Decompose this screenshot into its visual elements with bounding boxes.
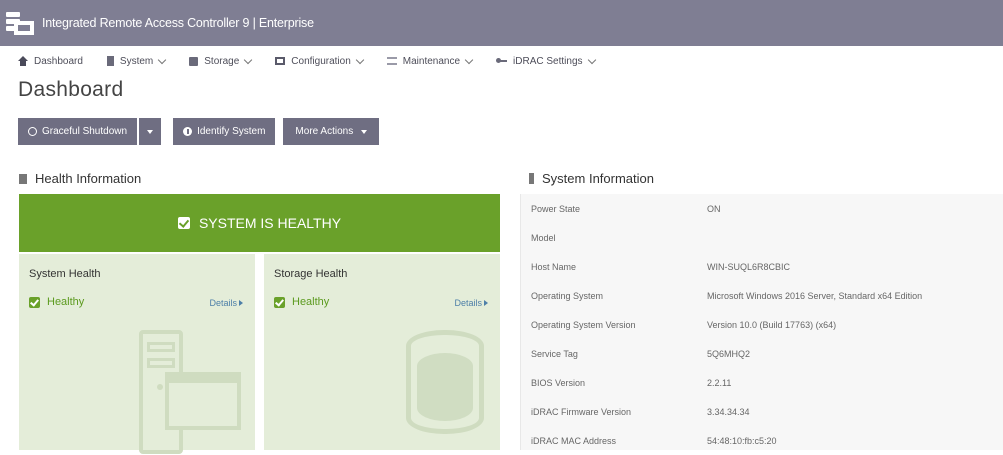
table-row: Service Tag 5Q6MHQ2 <box>521 339 1003 368</box>
nav-item-label: iDRAC Settings <box>513 55 583 67</box>
server-icon <box>529 173 534 184</box>
system-health-details-link[interactable]: Details <box>209 298 243 308</box>
check-icon <box>274 296 285 308</box>
info-value: 3.34.34.34 <box>707 406 750 417</box>
info-key: Host Name <box>531 261 577 272</box>
table-row: iDRAC MAC Address 54:48:10:fb:c5:20 <box>521 426 1003 455</box>
info-icon <box>183 127 193 136</box>
info-key: Operating System <box>531 290 604 301</box>
info-value: 54:48:10:fb:c5:20 <box>707 435 777 446</box>
table-row: Host Name WIN-SUQL6R8CBIC <box>521 252 1003 281</box>
graceful-shutdown-label: Graceful Shutdown <box>42 126 128 137</box>
nav-item-maintenance[interactable]: Maintenance <box>386 55 474 67</box>
info-value: Microsoft Windows 2016 Server, Standard … <box>707 290 923 301</box>
table-row: BIOS Version 2.2.11 <box>521 368 1003 397</box>
card-title: System Health <box>29 268 101 280</box>
info-key: iDRAC MAC Address <box>531 435 617 446</box>
configuration-icon <box>275 57 286 65</box>
power-options-dropdown-button[interactable] <box>139 118 162 145</box>
health-section-header: Health Information <box>19 171 141 186</box>
info-value: Version 10.0 (Build 17763) (x64) <box>707 319 837 330</box>
check-icon <box>29 296 40 308</box>
nav-item-dashboard[interactable]: Dashboard <box>18 56 83 67</box>
action-toolbar: Graceful Shutdown Identify System More A… <box>18 118 380 145</box>
info-key: BIOS Version <box>531 377 586 388</box>
table-row: Operating System Version Version 10.0 (B… <box>521 310 1003 339</box>
info-key: Model <box>531 232 556 243</box>
table-row: Operating System Microsoft Windows 2016 … <box>521 281 1003 310</box>
info-key: Service Tag <box>531 348 578 359</box>
identify-system-button[interactable]: Identify System <box>173 118 276 145</box>
system-info-section-header: System Information <box>529 171 654 186</box>
identify-system-label: Identify System <box>197 126 266 137</box>
info-value: 5Q6MHQ2 <box>707 348 751 359</box>
table-row: Model <box>521 223 1003 252</box>
table-row: Power State ON <box>521 194 1003 223</box>
table-row: iDRAC Firmware Version 3.34.34.34 <box>521 397 1003 426</box>
nav-item-system[interactable]: System <box>106 55 167 67</box>
chevron-down-icon <box>158 55 167 64</box>
top-bar: Integrated Remote Access Controller 9 | … <box>0 0 1003 46</box>
status-text: Healthy <box>292 296 330 308</box>
system-info-table: Power State ON Model Host Name WIN-SUQL6… <box>520 194 1003 450</box>
nav-item-label: System <box>119 55 154 67</box>
info-key: Operating System Version <box>531 319 636 330</box>
status-badge: Healthy <box>29 296 84 308</box>
home-icon <box>18 56 28 66</box>
window-icon <box>165 372 241 430</box>
idrac-logo-icon <box>6 9 34 37</box>
nav-item-label: Configuration <box>291 55 351 67</box>
nav-item-idrac-settings[interactable]: iDRAC Settings <box>496 55 596 67</box>
chevron-down-icon <box>587 55 596 64</box>
nav-item-label: Maintenance <box>402 55 461 67</box>
more-actions-label: More Actions <box>295 126 354 137</box>
storage-health-details-link[interactable]: Details <box>454 298 488 308</box>
chevron-down-icon <box>355 55 365 64</box>
key-icon <box>496 58 508 64</box>
graceful-shutdown-button[interactable]: Graceful Shutdown <box>18 118 138 145</box>
main-nav: Dashboard System Storage Configuration M… <box>0 46 1003 76</box>
system-info-heading: System Information <box>542 171 654 186</box>
app-title: Integrated Remote Access Controller 9 | … <box>42 16 314 30</box>
caret-down-icon <box>361 129 368 134</box>
info-key: iDRAC Firmware Version <box>531 406 632 417</box>
storage-health-card: Storage Health Healthy Details <box>264 254 500 450</box>
nav-item-storage[interactable]: Storage <box>189 55 253 67</box>
page-title: Dashboard <box>18 78 124 101</box>
chevron-down-icon <box>464 55 474 64</box>
health-heading: Health Information <box>35 171 142 186</box>
power-icon <box>28 127 37 136</box>
info-key: Power State <box>531 203 581 214</box>
info-value: ON <box>707 203 721 214</box>
info-value: 2.2.11 <box>707 377 732 388</box>
status-badge: Healthy <box>274 296 329 308</box>
storage-icon <box>189 56 199 66</box>
server-icon <box>106 56 114 66</box>
disk-icon <box>406 330 484 434</box>
banner-text: SYSTEM IS HEALTHY <box>198 215 342 231</box>
maintenance-icon <box>386 57 397 65</box>
health-section-icon <box>19 173 27 184</box>
status-text: Healthy <box>47 296 85 308</box>
check-icon <box>177 217 190 229</box>
chevron-down-icon <box>244 55 253 64</box>
nav-item-configuration[interactable]: Configuration <box>275 55 365 67</box>
nav-item-label: Storage <box>204 55 240 67</box>
system-health-banner: SYSTEM IS HEALTHY <box>19 194 500 252</box>
more-actions-button[interactable]: More Actions <box>283 118 380 145</box>
card-title: Storage Health <box>274 268 348 280</box>
nav-item-label: Dashboard <box>34 55 83 67</box>
info-value: WIN-SUQL6R8CBIC <box>707 261 791 272</box>
system-health-card: System Health Healthy Details <box>19 254 255 454</box>
caret-down-icon <box>147 129 154 134</box>
